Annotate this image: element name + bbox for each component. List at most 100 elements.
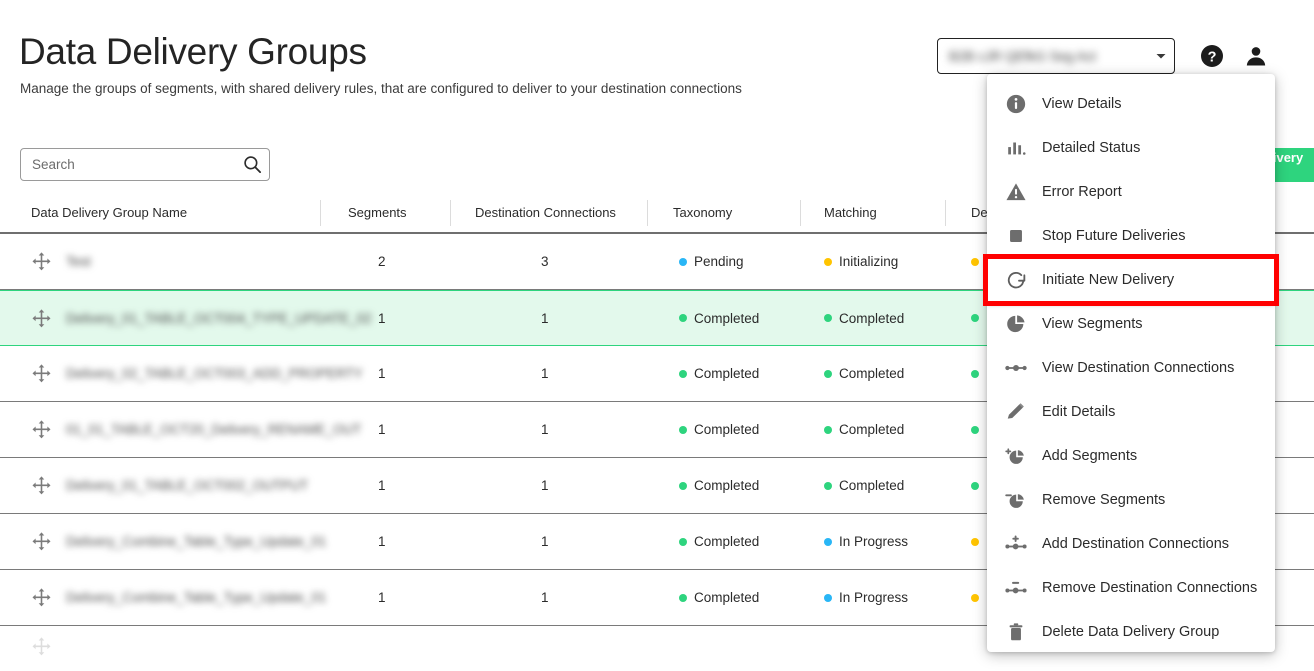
move-icon[interactable] bbox=[31, 570, 52, 625]
menu-item-view-destination-connections[interactable]: View Destination Connections bbox=[987, 346, 1275, 390]
cell-segments: 1 bbox=[378, 366, 386, 381]
info-icon bbox=[1003, 91, 1029, 117]
cell-destination-connections: 1 bbox=[541, 422, 549, 437]
move-icon bbox=[31, 626, 52, 666]
cell-delivery-status bbox=[971, 346, 986, 401]
cell-matching-status: Completed bbox=[824, 402, 904, 457]
status-label: Completed bbox=[694, 478, 760, 493]
menu-item-label: Remove Destination Connections bbox=[1042, 580, 1258, 596]
connections-plus-icon bbox=[1003, 531, 1029, 557]
status-dot bbox=[971, 369, 979, 378]
search-input[interactable] bbox=[21, 156, 235, 173]
column-header-destinations[interactable]: Destination Connections bbox=[475, 205, 616, 220]
cell-delivery-status bbox=[971, 234, 986, 289]
status-dot bbox=[679, 257, 687, 266]
search-icon[interactable] bbox=[235, 155, 269, 174]
cell-matching-status: In Progress bbox=[824, 570, 908, 625]
pie-chart-icon bbox=[1003, 311, 1029, 337]
connections-icon bbox=[1003, 355, 1029, 381]
move-icon[interactable] bbox=[31, 514, 52, 569]
menu-item-initiate-new-delivery[interactable]: Initiate New Delivery bbox=[983, 254, 1279, 306]
status-label: In Progress bbox=[839, 534, 909, 549]
svg-text:?: ? bbox=[1208, 49, 1217, 65]
menu-item-label: Delete Data Delivery Group bbox=[1042, 624, 1220, 640]
chevron-down-icon[interactable] bbox=[1148, 49, 1174, 63]
status-dot bbox=[824, 314, 832, 322]
refresh-icon bbox=[1003, 267, 1029, 293]
status-label: Initializing bbox=[839, 254, 899, 269]
cell-taxonomy-status: Completed bbox=[679, 458, 759, 513]
menu-item-error-report[interactable]: Error Report bbox=[987, 170, 1275, 214]
menu-item-add-segments[interactable]: Add Segments bbox=[987, 434, 1275, 478]
cell-group-name bbox=[66, 626, 70, 666]
menu-item-remove-segments[interactable]: Remove Segments bbox=[987, 478, 1275, 522]
move-icon[interactable] bbox=[31, 234, 52, 289]
user-avatar-icon[interactable] bbox=[1244, 44, 1268, 68]
move-icon[interactable] bbox=[31, 346, 52, 401]
cell-segments: 1 bbox=[378, 310, 386, 326]
cell-taxonomy-status: Completed bbox=[679, 514, 759, 569]
cell-destination-connections: 1 bbox=[541, 590, 549, 605]
search-box[interactable] bbox=[20, 148, 270, 181]
status-dot bbox=[679, 481, 687, 490]
status-label: Completed bbox=[694, 534, 760, 549]
cell-matching-status: In Progress bbox=[824, 514, 908, 569]
menu-item-label: Detailed Status bbox=[1042, 140, 1141, 156]
status-dot bbox=[824, 369, 832, 378]
menu-item-stop-future-deliveries[interactable]: Stop Future Deliveries bbox=[987, 214, 1275, 258]
move-icon[interactable] bbox=[31, 402, 52, 457]
cell-delivery-status bbox=[971, 458, 986, 513]
status-dot bbox=[971, 314, 979, 322]
help-circle-icon[interactable]: ? bbox=[1200, 44, 1224, 68]
cell-group-name[interactable]: Test bbox=[66, 234, 91, 289]
cell-group-name[interactable]: 01_01_TABLE_OCT20_Delivery_RENAME_OUT bbox=[66, 402, 361, 457]
menu-item-view-details[interactable]: View Details bbox=[987, 82, 1275, 126]
menu-item-remove-destination-connections[interactable]: Remove Destination Connections bbox=[987, 566, 1275, 610]
cell-destination-connections: 1 bbox=[541, 310, 549, 326]
menu-item-view-segments[interactable]: View Segments bbox=[987, 302, 1275, 346]
status-label: Completed bbox=[839, 422, 905, 437]
status-label: Pending bbox=[694, 254, 744, 269]
menu-item-label: View Details bbox=[1042, 96, 1122, 112]
menu-item-label: Add Destination Connections bbox=[1042, 536, 1230, 552]
cell-segments: 1 bbox=[378, 478, 386, 493]
bar-chart-icon bbox=[1003, 135, 1029, 161]
menu-item-edit-details[interactable]: Edit Details bbox=[987, 390, 1275, 434]
row-action-menu: View Details Detailed Status Error Repor… bbox=[983, 74, 1279, 654]
column-header-segments[interactable]: Segments bbox=[348, 205, 407, 220]
status-dot bbox=[679, 537, 687, 546]
stop-square-icon bbox=[1003, 223, 1029, 249]
cell-group-name[interactable]: Delivery_Combine_Table_Type_Update_01 bbox=[66, 514, 326, 569]
status-label: Completed bbox=[694, 366, 760, 381]
account-select[interactable]: B2B cJR QEfkG Seg Act bbox=[937, 38, 1175, 74]
menu-item-add-destination-connections[interactable]: Add Destination Connections bbox=[987, 522, 1275, 566]
column-header-taxonomy[interactable]: Taxonomy bbox=[673, 205, 732, 220]
cell-taxonomy-status: Completed bbox=[679, 291, 759, 345]
pencil-icon bbox=[1003, 399, 1029, 425]
cell-taxonomy-status: Completed bbox=[679, 346, 759, 401]
column-header-matching[interactable]: Matching bbox=[824, 205, 877, 220]
cell-delivery-status bbox=[971, 514, 986, 569]
cell-group-name[interactable]: Delivery_Combine_Table_Type_Update_01 bbox=[66, 570, 326, 625]
status-dot bbox=[971, 481, 979, 490]
cell-group-name[interactable]: Delivery_02_TABLE_OCT003_ADD_PROPERTY bbox=[66, 346, 363, 401]
status-dot bbox=[971, 537, 979, 546]
status-dot bbox=[824, 425, 832, 434]
status-dot bbox=[971, 593, 979, 602]
cell-delivery-status bbox=[971, 570, 986, 625]
move-icon[interactable] bbox=[31, 291, 52, 345]
trash-icon bbox=[1003, 619, 1029, 645]
menu-item-detailed-status[interactable]: Detailed Status bbox=[987, 126, 1275, 170]
cell-group-name[interactable]: Delivery_01_TABLE_OCT002_OUTPUT bbox=[66, 458, 308, 513]
cell-group-name[interactable]: Delivery_01_TABLE_OCT004_TYPE_UPDATE_02 bbox=[66, 291, 372, 345]
column-header-name[interactable]: Data Delivery Group Name bbox=[31, 205, 187, 220]
menu-item-label: Edit Details bbox=[1042, 404, 1116, 420]
pie-chart-plus-icon bbox=[1003, 443, 1029, 469]
cell-taxonomy-status: Pending bbox=[679, 234, 744, 289]
status-dot bbox=[679, 425, 687, 434]
status-dot bbox=[679, 314, 687, 322]
cell-segments: 1 bbox=[378, 590, 386, 605]
move-icon[interactable] bbox=[31, 458, 52, 513]
menu-item-delete-data-delivery-group[interactable]: Delete Data Delivery Group bbox=[987, 610, 1275, 654]
cell-matching-status: Completed bbox=[824, 346, 904, 401]
